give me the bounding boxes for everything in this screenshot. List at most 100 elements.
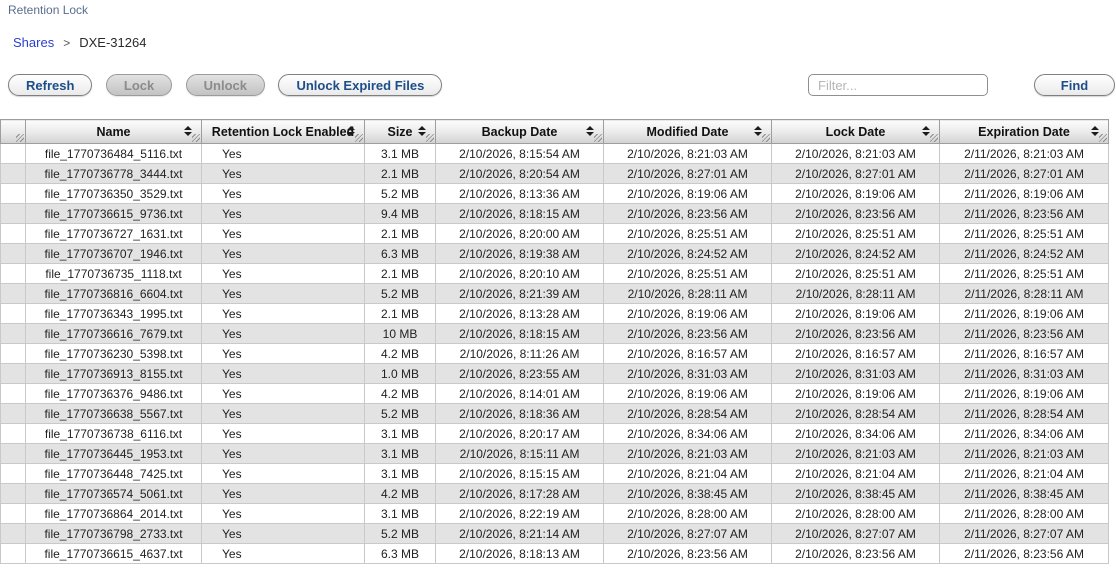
sort-icon[interactable] bbox=[1091, 126, 1099, 136]
column-resize-grip[interactable] bbox=[16, 134, 24, 142]
modified-date-cell[interactable]: 2/10/2026, 8:19:06 AM bbox=[604, 184, 772, 204]
modified-date-cell[interactable]: 2/10/2026, 8:16:57 AM bbox=[604, 344, 772, 364]
name-cell[interactable]: file_1770736350_3529.txt bbox=[26, 184, 202, 204]
size-cell[interactable]: 1.0 MB bbox=[365, 364, 436, 384]
name-cell[interactable]: file_1770736816_6604.txt bbox=[26, 284, 202, 304]
retention-lock-enabled-cell[interactable]: Yes bbox=[202, 224, 365, 244]
retention-lock-enabled-cell[interactable]: Yes bbox=[202, 344, 365, 364]
name-cell[interactable]: file_1770736727_1631.txt bbox=[26, 224, 202, 244]
size-cell[interactable]: 4.2 MB bbox=[365, 344, 436, 364]
name-cell[interactable]: file_1770736230_5398.txt bbox=[26, 344, 202, 364]
retention-lock-enabled-cell[interactable]: Yes bbox=[202, 164, 365, 184]
sort-icon[interactable] bbox=[922, 126, 930, 136]
filter-input[interactable] bbox=[808, 74, 988, 96]
sort-icon[interactable] bbox=[184, 126, 192, 136]
size-cell[interactable]: 4.2 MB bbox=[365, 384, 436, 404]
backup-date-cell[interactable]: 2/10/2026, 8:18:13 AM bbox=[436, 544, 604, 564]
backup-date-cell[interactable]: 2/10/2026, 8:18:15 AM bbox=[436, 324, 604, 344]
name-cell[interactable]: file_1770736343_1995.txt bbox=[26, 304, 202, 324]
sort-icon[interactable] bbox=[347, 126, 355, 136]
backup-date-cell[interactable]: 2/10/2026, 8:20:10 AM bbox=[436, 264, 604, 284]
sort-icon[interactable] bbox=[586, 126, 594, 136]
modified-date-cell[interactable]: 2/10/2026, 8:21:03 AM bbox=[604, 444, 772, 464]
table-row[interactable]: file_1770736638_5567.txtYes5.2 MB2/10/20… bbox=[1, 404, 1109, 424]
lock-date-cell[interactable]: 2/10/2026, 8:27:01 AM bbox=[772, 164, 940, 184]
size-cell[interactable]: 6.3 MB bbox=[365, 244, 436, 264]
lock-date-cell[interactable]: 2/10/2026, 8:19:06 AM bbox=[772, 384, 940, 404]
backup-date-cell[interactable]: 2/10/2026, 8:20:54 AM bbox=[436, 164, 604, 184]
name-cell[interactable]: file_1770736615_9736.txt bbox=[26, 204, 202, 224]
retention-lock-enabled-cell[interactable]: Yes bbox=[202, 244, 365, 264]
lock-date-cell[interactable]: 2/10/2026, 8:31:03 AM bbox=[772, 364, 940, 384]
table-row[interactable]: file_1770736574_5061.txtYes4.2 MB2/10/20… bbox=[1, 484, 1109, 504]
lock-date-cell[interactable]: 2/10/2026, 8:23:56 AM bbox=[772, 324, 940, 344]
modified-date-cell[interactable]: 2/10/2026, 8:23:56 AM bbox=[604, 204, 772, 224]
table-row[interactable]: file_1770736816_6604.txtYes5.2 MB2/10/20… bbox=[1, 284, 1109, 304]
size-cell[interactable]: 3.1 MB bbox=[365, 504, 436, 524]
expiration-date-cell[interactable]: 2/11/2026, 8:19:06 AM bbox=[940, 384, 1109, 404]
backup-date-cell[interactable]: 2/10/2026, 8:22:19 AM bbox=[436, 504, 604, 524]
lock-date-cell[interactable]: 2/10/2026, 8:34:06 AM bbox=[772, 424, 940, 444]
size-cell[interactable]: 3.1 MB bbox=[365, 464, 436, 484]
retention-lock-enabled-cell[interactable]: Yes bbox=[202, 284, 365, 304]
expiration-date-cell[interactable]: 2/11/2026, 8:27:07 AM bbox=[940, 524, 1109, 544]
modified-date-cell[interactable]: 2/10/2026, 8:28:00 AM bbox=[604, 504, 772, 524]
modified-date-cell[interactable]: 2/10/2026, 8:19:06 AM bbox=[604, 304, 772, 324]
retention-lock-enabled-cell[interactable]: Yes bbox=[202, 444, 365, 464]
retention-lock-enabled-cell[interactable]: Yes bbox=[202, 544, 365, 564]
retention-lock-enabled-cell[interactable]: Yes bbox=[202, 424, 365, 444]
name-cell[interactable]: file_1770736913_8155.txt bbox=[26, 364, 202, 384]
column-header-name[interactable]: Name bbox=[26, 120, 202, 144]
lock-date-cell[interactable]: 2/10/2026, 8:21:04 AM bbox=[772, 464, 940, 484]
lock-date-cell[interactable]: 2/10/2026, 8:21:03 AM bbox=[772, 444, 940, 464]
modified-date-cell[interactable]: 2/10/2026, 8:23:56 AM bbox=[604, 324, 772, 344]
table-row[interactable]: file_1770736615_4637.txtYes6.3 MB2/10/20… bbox=[1, 544, 1109, 564]
retention-lock-enabled-cell[interactable]: Yes bbox=[202, 204, 365, 224]
retention-lock-enabled-cell[interactable]: Yes bbox=[202, 364, 365, 384]
name-cell[interactable]: file_1770736735_1118.txt bbox=[26, 264, 202, 284]
lock-date-cell[interactable]: 2/10/2026, 8:16:57 AM bbox=[772, 344, 940, 364]
expiration-date-cell[interactable]: 2/11/2026, 8:24:52 AM bbox=[940, 244, 1109, 264]
lock-date-cell[interactable]: 2/10/2026, 8:23:56 AM bbox=[772, 204, 940, 224]
name-cell[interactable]: file_1770736445_1953.txt bbox=[26, 444, 202, 464]
column-header-lock-date[interactable]: Lock Date bbox=[772, 120, 940, 144]
size-cell[interactable]: 2.1 MB bbox=[365, 304, 436, 324]
expiration-date-cell[interactable]: 2/11/2026, 8:25:51 AM bbox=[940, 264, 1109, 284]
lock-date-cell[interactable]: 2/10/2026, 8:28:00 AM bbox=[772, 504, 940, 524]
size-cell[interactable]: 9.4 MB bbox=[365, 204, 436, 224]
column-resize-grip[interactable] bbox=[355, 134, 363, 142]
find-button[interactable]: Find bbox=[1034, 74, 1115, 96]
table-row[interactable]: file_1770736615_9736.txtYes9.4 MB 2/10/20… bbox=[1, 204, 1109, 224]
size-cell[interactable]: 2.1 MB bbox=[365, 264, 436, 284]
retention-lock-enabled-cell[interactable]: Yes bbox=[202, 304, 365, 324]
lock-date-cell[interactable]: 2/10/2026, 8:23:56 AM bbox=[772, 544, 940, 564]
retention-lock-enabled-cell[interactable]: Yes bbox=[202, 144, 365, 164]
retention-lock-enabled-cell[interactable]: Yes bbox=[202, 464, 365, 484]
backup-date-cell[interactable]: 2/10/2026, 8:11:26 AM bbox=[436, 344, 604, 364]
modified-date-cell[interactable]: 2/10/2026, 8:28:11 AM bbox=[604, 284, 772, 304]
lock-date-cell[interactable]: 2/10/2026, 8:19:06 AM bbox=[772, 304, 940, 324]
modified-date-cell[interactable]: 2/10/2026, 8:21:03 AM bbox=[604, 144, 772, 164]
name-cell[interactable]: file_1770736616_7679.txt bbox=[26, 324, 202, 344]
name-cell[interactable]: file_1770736448_7425.txt bbox=[26, 464, 202, 484]
size-cell[interactable]: 10 MB bbox=[365, 324, 436, 344]
size-cell[interactable]: 6.3 MB bbox=[365, 544, 436, 564]
name-cell[interactable]: file_1770736615_4637.txt bbox=[26, 544, 202, 564]
sort-icon[interactable] bbox=[418, 126, 426, 136]
expiration-date-cell[interactable]: 2/11/2026, 8:28:11 AM bbox=[940, 284, 1109, 304]
expiration-date-cell[interactable]: 2/11/2026, 8:34:06 AM bbox=[940, 424, 1109, 444]
modified-date-cell[interactable]: 2/10/2026, 8:31:03 AM bbox=[604, 364, 772, 384]
modified-date-cell[interactable]: 2/10/2026, 8:34:06 AM bbox=[604, 424, 772, 444]
expiration-date-cell[interactable]: 2/11/2026, 8:28:00 AM bbox=[940, 504, 1109, 524]
expiration-date-cell[interactable]: 2/11/2026, 8:23:56 AM bbox=[940, 324, 1109, 344]
column-resize-grip[interactable] bbox=[762, 134, 770, 142]
name-cell[interactable]: file_1770736484_5116.txt bbox=[26, 144, 202, 164]
lock-date-cell[interactable]: 2/10/2026, 8:25:51 AM bbox=[772, 224, 940, 244]
name-cell[interactable]: file_1770736376_9486.txt bbox=[26, 384, 202, 404]
modified-date-cell[interactable]: 2/10/2026, 8:21:04 AM bbox=[604, 464, 772, 484]
modified-date-cell[interactable]: 2/10/2026, 8:25:51 AM bbox=[604, 264, 772, 284]
size-cell[interactable]: 5.2 MB bbox=[365, 524, 436, 544]
backup-date-cell[interactable]: 2/10/2026, 8:13:28 AM bbox=[436, 304, 604, 324]
modified-date-cell[interactable]: 2/10/2026, 8:23:56 AM bbox=[604, 544, 772, 564]
retention-lock-enabled-cell[interactable]: Yes bbox=[202, 384, 365, 404]
